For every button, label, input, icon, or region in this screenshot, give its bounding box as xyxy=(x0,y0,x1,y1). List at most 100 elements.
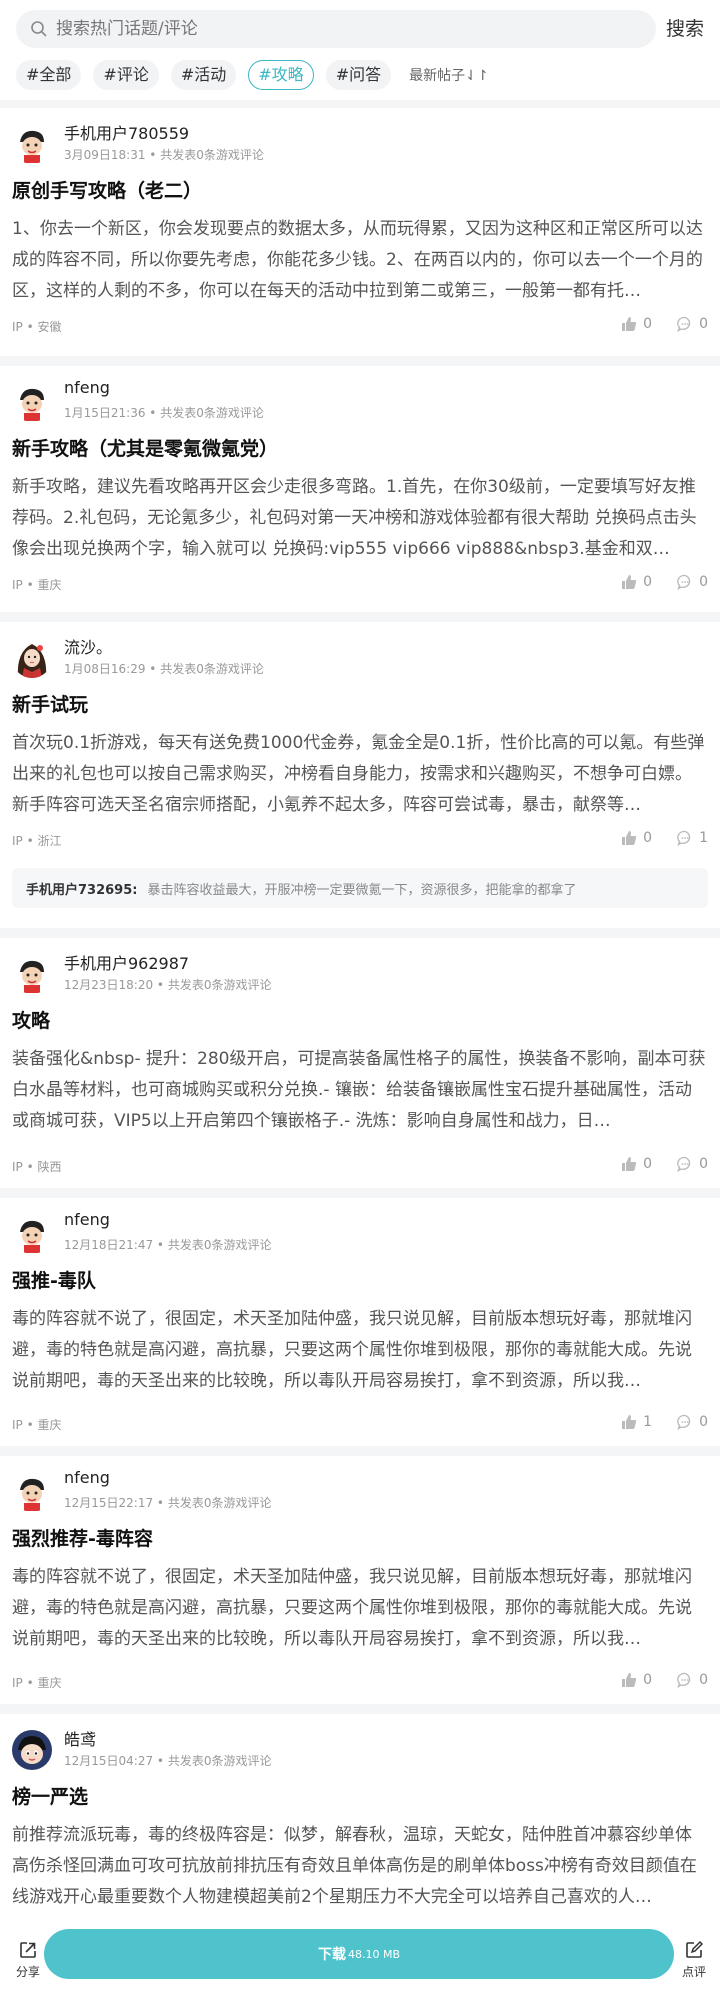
post-footer: IP • 安徽 0 0 xyxy=(12,316,708,336)
post-body[interactable]: 1、你去一个新区，你会发现要点的数据太多，从而玩得累，又因为这种区和正常区所可以… xyxy=(12,214,708,307)
username[interactable]: nfeng xyxy=(64,378,110,397)
comment-count: 0 xyxy=(699,316,708,332)
post-footer: IP • 浙江 0 1 xyxy=(12,830,708,850)
like-button[interactable]: 0 xyxy=(621,316,652,332)
post-title[interactable]: 榜一严选 xyxy=(12,1782,88,1809)
search-button[interactable]: 搜索 xyxy=(666,14,704,41)
username[interactable]: 手机用户780559 xyxy=(64,120,189,144)
post-body[interactable]: 前推荐流派玩毒，毒的终极阵容是：似梦，解春秋，温琼，天蛇女，陆仲胜首冲慕容纱单体… xyxy=(12,1820,708,1913)
like-button[interactable]: 0 xyxy=(621,1156,652,1172)
reply-text: 暴击阵容收益最大，开服冲榜一定要微氪一下，资源很多，把能拿的都拿了 xyxy=(147,882,577,898)
username[interactable]: 皓鸢 xyxy=(64,1726,96,1750)
avatar[interactable] xyxy=(12,382,52,422)
cartoon-boy-icon xyxy=(12,954,52,994)
ip-location: IP • 重庆 xyxy=(12,1418,62,1432)
reply-username[interactable]: 手机用户732695: xyxy=(26,879,137,898)
comment-button[interactable]: 0 xyxy=(677,316,708,332)
post-card[interactable]: 皓鸢 12月15日04:27 • 共发表0条游戏评论 榜一严选 前推荐流派玩毒，… xyxy=(0,1714,720,1920)
comment-button[interactable]: 1 xyxy=(677,830,708,846)
post-title[interactable]: 新手攻略（尤其是零氪微氪党） xyxy=(12,434,278,461)
username[interactable]: 手机用户962987 xyxy=(64,950,189,974)
like-count: 0 xyxy=(643,316,652,332)
search-input[interactable] xyxy=(54,18,614,40)
comment-button[interactable]: 0 xyxy=(677,1672,708,1688)
post-title[interactable]: 原创手写攻略（老二） xyxy=(12,176,202,203)
featured-reply[interactable]: 手机用户732695: 暴击阵容收益最大，开服冲榜一定要微氪一下，资源很多，把能… xyxy=(12,868,708,908)
share-button[interactable]: 分享 xyxy=(12,1940,44,1980)
like-button[interactable]: 1 xyxy=(621,1414,652,1430)
post-card[interactable]: 手机用户962987 12月23日18:20 • 共发表0条游戏评论 攻略 装备… xyxy=(0,938,720,1176)
cartoon-boy-icon xyxy=(12,1472,52,1512)
like-count: 1 xyxy=(643,1414,652,1430)
post-title[interactable]: 攻略 xyxy=(12,1006,50,1033)
username[interactable]: 流沙。 xyxy=(64,634,112,658)
avatar[interactable] xyxy=(12,1214,52,1254)
comment-icon xyxy=(677,1414,691,1430)
review-label: 点评 xyxy=(681,1965,706,1979)
post-meta: 3月09日18:31 • 共发表0条游戏评论 xyxy=(64,148,264,162)
post-meta: 12月23日18:20 • 共发表0条游戏评论 xyxy=(64,978,272,992)
post-card[interactable]: 手机用户780559 3月09日18:31 • 共发表0条游戏评论 原创手写攻略… xyxy=(0,108,720,346)
tag-events[interactable]: #活动 xyxy=(170,60,237,90)
comment-icon xyxy=(677,1672,691,1688)
divider xyxy=(0,1704,720,1714)
post-card[interactable]: nfeng 1月15日21:36 • 共发表0条游戏评论 新手攻略（尤其是零氪微… xyxy=(0,366,720,606)
tag-reviews[interactable]: #评论 xyxy=(93,60,159,90)
post-card[interactable]: nfeng 12月18日21:47 • 共发表0条游戏评论 强推-毒队 毒的阵容… xyxy=(0,1198,720,1438)
like-button[interactable]: 0 xyxy=(621,574,652,590)
search-icon xyxy=(31,21,47,37)
sort-dropdown[interactable]: 最新帖子⇃↾ xyxy=(409,65,488,85)
post-meta: 1月08日16:29 • 共发表0条游戏评论 xyxy=(64,662,264,676)
post-card[interactable]: 流沙。 1月08日16:29 • 共发表0条游戏评论 新手试玩 首次玩0.1折游… xyxy=(0,622,720,920)
like-count: 0 xyxy=(643,1156,652,1172)
avatar[interactable] xyxy=(12,124,52,164)
share-icon xyxy=(20,1942,36,1958)
post-card[interactable]: nfeng 12月15日22:17 • 共发表0条游戏评论 强烈推荐-毒阵容 毒… xyxy=(0,1456,720,1694)
download-button[interactable]: 下载 48.10 MB xyxy=(44,1929,674,1979)
anime-girl-icon xyxy=(12,638,52,678)
like-button[interactable]: 0 xyxy=(621,830,652,846)
comment-button[interactable]: 0 xyxy=(677,1156,708,1172)
comment-button[interactable]: 0 xyxy=(677,1414,708,1430)
edit-icon xyxy=(686,1940,704,1958)
comment-button[interactable]: 0 xyxy=(677,574,708,590)
post-body[interactable]: 新手攻略，建议先看攻略再开区会少走很多弯路。1.首先，在你30级前，一定要填写好… xyxy=(12,472,708,565)
review-button[interactable]: 点评 xyxy=(676,1940,712,1980)
comment-icon xyxy=(677,830,691,846)
tag-all[interactable]: #全部 xyxy=(16,60,82,90)
avatar[interactable] xyxy=(12,1472,52,1512)
like-count: 0 xyxy=(643,574,652,590)
tag-guides[interactable]: #攻略 xyxy=(248,60,314,90)
post-meta: 1月15日21:36 • 共发表0条游戏评论 xyxy=(64,406,264,420)
ip-location: IP • 重庆 xyxy=(12,578,62,592)
divider xyxy=(0,1188,720,1198)
tag-qa[interactable]: #问答 xyxy=(325,60,392,90)
search-box[interactable] xyxy=(16,10,656,48)
post-body[interactable]: 毒的阵容就不说了，很固定，术天圣加陆仲盛，我只说见解，目前版本想玩好毒，那就堆闪… xyxy=(12,1562,708,1655)
comment-icon xyxy=(677,1156,691,1172)
post-title[interactable]: 新手试玩 xyxy=(12,690,88,717)
post-footer: IP • 陕西 0 0 xyxy=(12,1156,708,1176)
comment-count: 0 xyxy=(699,1672,708,1688)
comment-icon xyxy=(677,316,691,332)
ip-location: IP • 陕西 xyxy=(12,1160,62,1174)
thumbs-up-icon xyxy=(622,1415,637,1429)
post-body[interactable]: 首次玩0.1折游戏，每天有送免费1000代金券，氪金全是0.1折，性价比高的可以… xyxy=(12,728,708,821)
ip-location: IP • 浙江 xyxy=(12,834,62,848)
username[interactable]: nfeng xyxy=(64,1210,110,1229)
like-count: 0 xyxy=(643,830,652,846)
divider xyxy=(0,356,720,366)
comment-count: 1 xyxy=(699,830,708,846)
avatar[interactable] xyxy=(12,1730,52,1770)
username[interactable]: nfeng xyxy=(64,1468,110,1487)
like-button[interactable]: 0 xyxy=(621,1672,652,1688)
post-title[interactable]: 强推-毒队 xyxy=(12,1266,96,1293)
post-title[interactable]: 强烈推荐-毒阵容 xyxy=(12,1524,153,1551)
post-body[interactable]: 装备强化&nbsp- 提升：280级开启，可提高装备属性格子的属性，换装备不影响… xyxy=(12,1044,708,1137)
avatar[interactable] xyxy=(12,954,52,994)
thumbs-up-icon xyxy=(622,831,637,845)
post-body[interactable]: 毒的阵容就不说了，很固定，术天圣加陆仲盛，我只说见解，目前版本想玩好毒，那就堆闪… xyxy=(12,1304,708,1397)
post-footer: IP • 重庆 0 0 xyxy=(12,574,708,594)
divider xyxy=(0,928,720,938)
avatar[interactable] xyxy=(12,638,52,678)
